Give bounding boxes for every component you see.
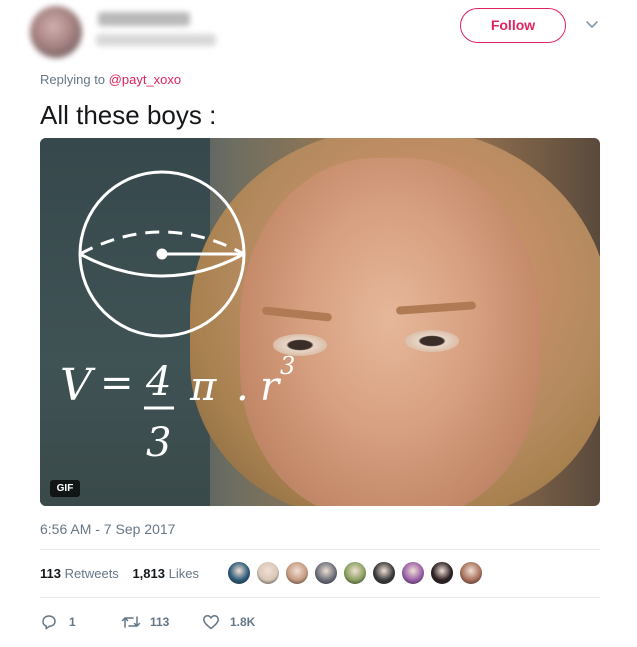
author-handle-blurred[interactable] [96, 34, 216, 46]
liker-avatar-7[interactable] [401, 561, 425, 585]
formula-numerator: 4 [145, 359, 171, 405]
follow-button[interactable]: Follow [460, 8, 566, 43]
formula-exponent: 3 [280, 352, 295, 380]
formula-dot: . [236, 364, 249, 410]
reply-mention-link[interactable]: @payt_xoxo [109, 72, 181, 87]
liker-avatar-4[interactable] [314, 561, 338, 585]
replying-to-label: Replying to [40, 72, 109, 87]
reply-button[interactable]: 1 [40, 611, 90, 633]
formula-equals: = [100, 360, 134, 406]
tweet-text: All these boys : [40, 100, 217, 130]
replying-to: Replying to @payt_xoxo [40, 72, 181, 87]
retweet-icon [121, 616, 141, 628]
divider-bottom [40, 597, 600, 598]
formula-v: V [60, 360, 96, 411]
retweets-label[interactable]: Retweets [65, 566, 119, 581]
tweet-timestamp[interactable]: 6:56 AM - 7 Sep 2017 [40, 521, 175, 537]
divider-top [40, 549, 600, 550]
liker-avatar-9[interactable] [459, 561, 483, 585]
author-avatar[interactable] [30, 6, 82, 58]
retweet-count: 113 [150, 615, 170, 629]
liker-avatar-6[interactable] [372, 561, 396, 585]
formula-denominator: 3 [146, 420, 171, 466]
chevron-down-icon[interactable] [583, 16, 601, 34]
liker-avatar-8[interactable] [430, 561, 454, 585]
heart-icon [203, 615, 219, 630]
retweet-button[interactable]: 113 [120, 611, 200, 633]
formula-pi: π [189, 364, 217, 410]
tweet-card: Follow Replying to @payt_xoxo All these … [0, 0, 637, 647]
retweets-count[interactable]: 113 [40, 566, 61, 581]
liker-avatar-2[interactable] [256, 561, 280, 585]
likes-label[interactable]: Likes [169, 566, 199, 581]
formula-r: r [260, 364, 282, 410]
liker-avatar-3[interactable] [285, 561, 309, 585]
sphere-diagram [78, 170, 246, 338]
liker-avatar-5[interactable] [343, 561, 367, 585]
tweet-header: Follow [0, 0, 637, 62]
tweet-stats: 113 Retweets 1,813 Likes [40, 566, 199, 581]
gif-badge: GIF [50, 480, 80, 497]
tweet-media-gif[interactable]: V = 4 3 π . r 3 a [40, 138, 600, 506]
reply-count: 1 [69, 615, 76, 629]
author-name-blurred[interactable] [98, 12, 190, 26]
reply-icon [42, 615, 56, 630]
like-count: 1.8K [230, 615, 256, 629]
math-overlay: V = 4 3 π . r 3 [60, 170, 295, 466]
likes-count[interactable]: 1,813 [132, 566, 165, 581]
like-button[interactable]: 1.8K [202, 611, 282, 633]
liker-avatar-1[interactable] [227, 561, 251, 585]
